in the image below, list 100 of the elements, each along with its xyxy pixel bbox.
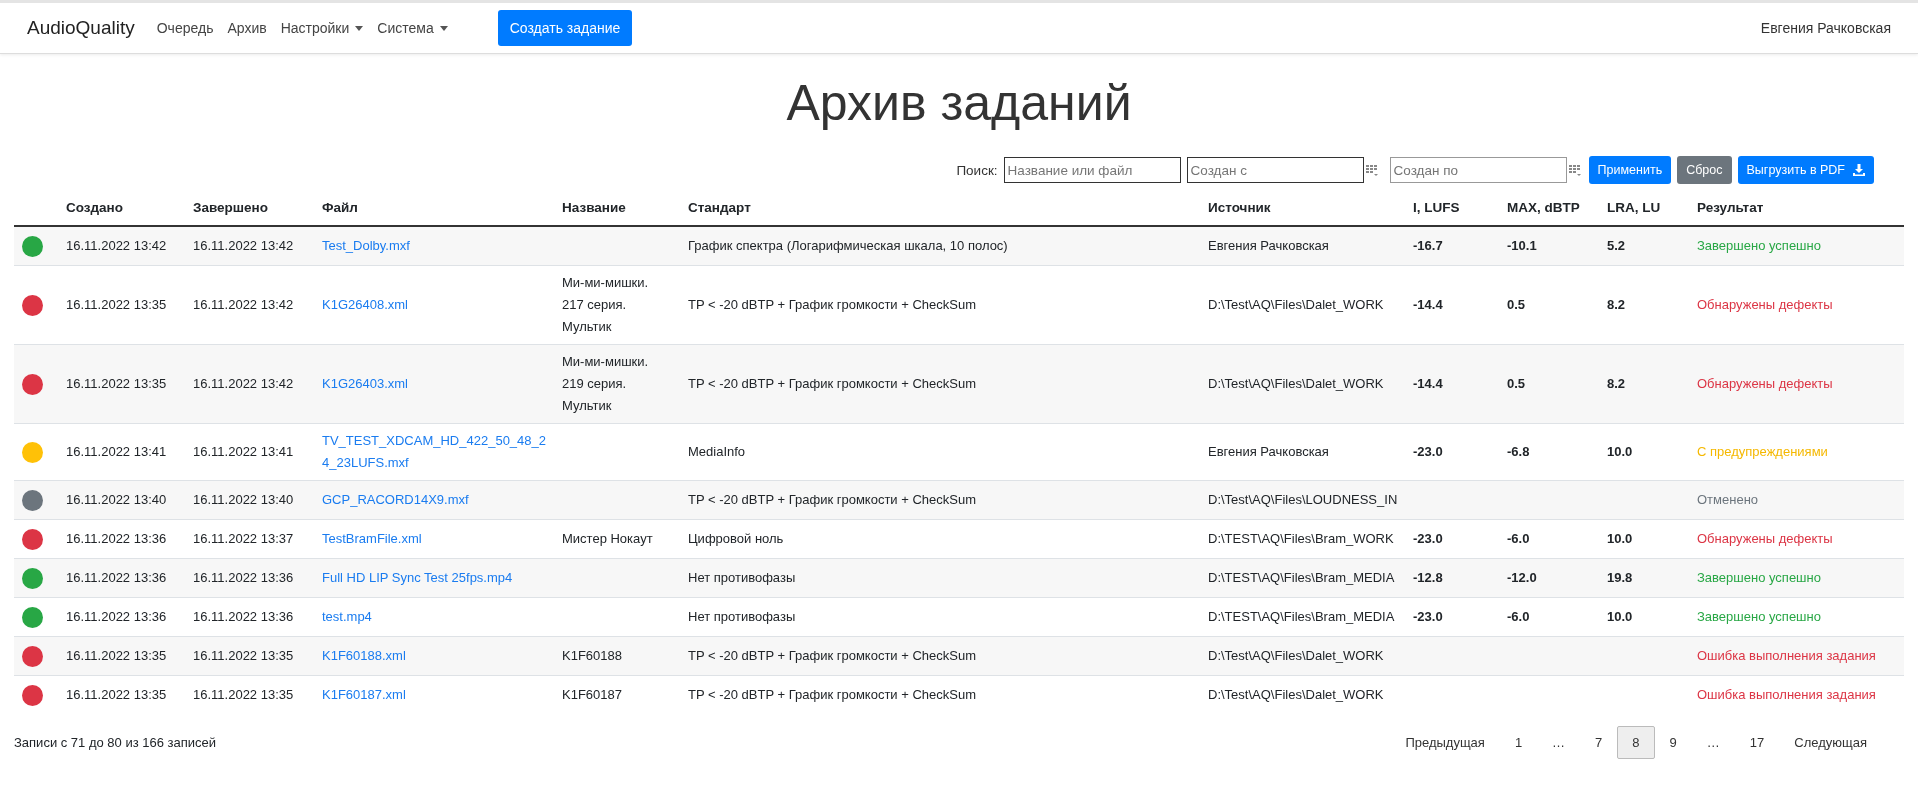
result-status: Обнаружены дефекты <box>1697 531 1833 546</box>
completed-date: 16.11.2022 13:36 <box>193 609 294 624</box>
search-field[interactable]: Название или файл <box>1003 157 1181 183</box>
result-status: Отменено <box>1697 492 1759 507</box>
page-link[interactable]: 8 <box>1617 726 1655 759</box>
completed-date: 16.11.2022 13:36 <box>193 570 294 585</box>
dbtp-value: -6.0 <box>1507 609 1530 624</box>
standard-text: TP < -20 dBTP + График громкости + CheckSum <box>688 297 977 312</box>
created-date: 16.11.2022 13:35 <box>66 376 167 391</box>
standard-text: TP < -20 dBTP + График громкости + CheckSum <box>688 376 977 391</box>
source-text: D:\Test\AQ\Files\Dalet_WORK <box>1208 687 1384 702</box>
column-header: Создано <box>66 200 123 215</box>
dbtp-value: 0.5 <box>1507 376 1526 391</box>
column-header: Завершено <box>193 200 268 215</box>
lra-value: 10.0 <box>1607 609 1633 624</box>
records-summary: Записи с 71 до 80 из 166 записей <box>14 735 217 750</box>
source-text: D:\Test\AQ\Files\LOUDNESS_IN <box>1208 492 1398 507</box>
nav-dropdown[interactable]: Настройки <box>280 20 364 36</box>
apply-button[interactable]: Применить <box>1588 156 1672 184</box>
file-link[interactable]: K1G26408.xml <box>322 294 550 316</box>
created-date: 16.11.2022 13:35 <box>66 297 167 312</box>
result-status: Ошибка выполнения задания <box>1697 687 1876 702</box>
download-icon <box>1853 164 1865 176</box>
lra-value: 10.0 <box>1607 531 1633 546</box>
result-status: Завершено успешно <box>1697 609 1821 624</box>
reset-button[interactable]: Сброс <box>1677 156 1732 184</box>
brand-link[interactable]: AudioQuality <box>27 17 135 39</box>
nav-link[interactable]: Архив <box>227 20 267 36</box>
lra-value: 5.2 <box>1607 238 1626 253</box>
source-text: Евгения Рачковская <box>1208 444 1329 459</box>
source-text: D:\TEST\AQ\Files\Bram_MEDIA <box>1208 570 1395 585</box>
lufs-value: -23.0 <box>1413 609 1443 624</box>
caret-icon <box>355 25 364 31</box>
task-name: Мистер Нокаут <box>562 530 654 548</box>
task-name: Ми-ми-мишки. 219 серия. Мультик <box>562 353 650 415</box>
lra-value: 19.8 <box>1607 570 1633 585</box>
file-link[interactable]: TestBramFile.xml <box>322 528 550 550</box>
created-date: 16.11.2022 13:42 <box>66 238 167 253</box>
standard-text: TP < -20 dBTP + График громкости + CheckSum <box>688 492 977 507</box>
standard-text: MediaInfo <box>688 444 746 459</box>
created-date: 16.11.2022 13:40 <box>66 492 167 507</box>
column-header: Результат <box>1697 200 1764 215</box>
lra-value: 8.2 <box>1607 297 1626 312</box>
file-link[interactable]: TV_TEST_XDCAM_HD_422_50_48_24_23LUFS.mxf <box>322 430 550 474</box>
completed-date: 16.11.2022 13:42 <box>193 297 294 312</box>
page-link[interactable]: 1 <box>1499 726 1538 759</box>
export-pdf-button[interactable]: Выгрузить в PDF <box>1737 156 1874 184</box>
completed-date: 16.11.2022 13:42 <box>193 376 294 391</box>
completed-date: 16.11.2022 13:37 <box>193 531 294 546</box>
source-text: Евгения Рачковская <box>1208 238 1329 253</box>
source-text: D:\Test\AQ\Files\Dalet_WORK <box>1208 297 1384 312</box>
source-text: D:\TEST\AQ\Files\Bram_MEDIA <box>1208 609 1395 624</box>
column-header: MAX, dBTP <box>1507 200 1580 215</box>
lufs-value: -23.0 <box>1413 531 1443 546</box>
lufs-value: -23.0 <box>1413 444 1443 459</box>
created-date: 16.11.2022 13:35 <box>66 648 167 663</box>
column-header: Стандарт <box>688 200 751 215</box>
page-link[interactable]: 7 <box>1580 726 1618 759</box>
file-link[interactable]: K1F60187.xml <box>322 684 550 706</box>
column-header: LRA, LU <box>1607 200 1661 215</box>
created-date: 16.11.2022 13:36 <box>66 570 167 585</box>
page-link[interactable]: Следующая <box>1779 726 1882 759</box>
created-date: 16.11.2022 13:36 <box>66 609 167 624</box>
completed-date: 16.11.2022 13:35 <box>193 687 294 702</box>
task-name: Ми-ми-мишки. 217 серия. Мультик <box>562 274 650 336</box>
created-date: 16.11.2022 13:36 <box>66 531 167 546</box>
result-status: Обнаружены дефекты <box>1697 376 1833 391</box>
completed-date: 16.11.2022 13:42 <box>193 238 294 253</box>
page-link[interactable]: 17 <box>1734 726 1780 759</box>
page-link[interactable]: 9 <box>1654 726 1692 759</box>
task-name: K1F60187 <box>562 686 623 704</box>
completed-date: 16.11.2022 13:40 <box>193 492 294 507</box>
task-name: K1F60188 <box>562 647 623 665</box>
standard-text: TP < -20 dBTP + График громкости + CheckSum <box>688 648 977 663</box>
nav-dropdown[interactable]: Система <box>377 20 448 36</box>
source-text: D:\Test\AQ\Files\Dalet_WORK <box>1208 376 1384 391</box>
page-link[interactable]: … <box>1691 726 1735 759</box>
page-link[interactable]: Предыдущая <box>1390 726 1500 759</box>
result-status: С предупреждениями <box>1697 444 1828 459</box>
lufs-value: -14.4 <box>1413 376 1443 391</box>
created-date: 16.11.2022 13:41 <box>66 444 167 459</box>
standard-text: График спектра (Логарифмическая шкала, 10 полос) <box>688 238 1008 253</box>
page-link[interactable]: … <box>1537 726 1581 759</box>
date-from-field[interactable]: Создан с <box>1186 157 1364 183</box>
source-text: D:\TEST\AQ\Files\Bram_WORK <box>1208 531 1394 546</box>
create-task-button[interactable]: Создать задание <box>497 10 633 46</box>
source-text: D:\Test\AQ\Files\Dalet_WORK <box>1208 648 1384 663</box>
column-header: Название <box>562 200 626 215</box>
file-link[interactable]: test.mp4 <box>322 606 550 628</box>
column-header: Файл <box>322 200 358 215</box>
completed-date: 16.11.2022 13:41 <box>193 444 294 459</box>
nav-link[interactable]: Очередь <box>156 20 214 36</box>
calendar-icon[interactable] <box>1568 164 1581 176</box>
dbtp-value: -10.1 <box>1507 238 1537 253</box>
page-title: Архив заданий <box>785 74 1133 132</box>
calendar-icon[interactable] <box>1365 164 1378 176</box>
date-to-field[interactable]: Создан по <box>1389 157 1567 183</box>
user-name[interactable]: Евгения Рачковская <box>1760 20 1891 36</box>
dbtp-value: -12.0 <box>1507 570 1537 585</box>
standard-text: TP < -20 dBTP + График громкости + CheckSum <box>688 687 977 702</box>
